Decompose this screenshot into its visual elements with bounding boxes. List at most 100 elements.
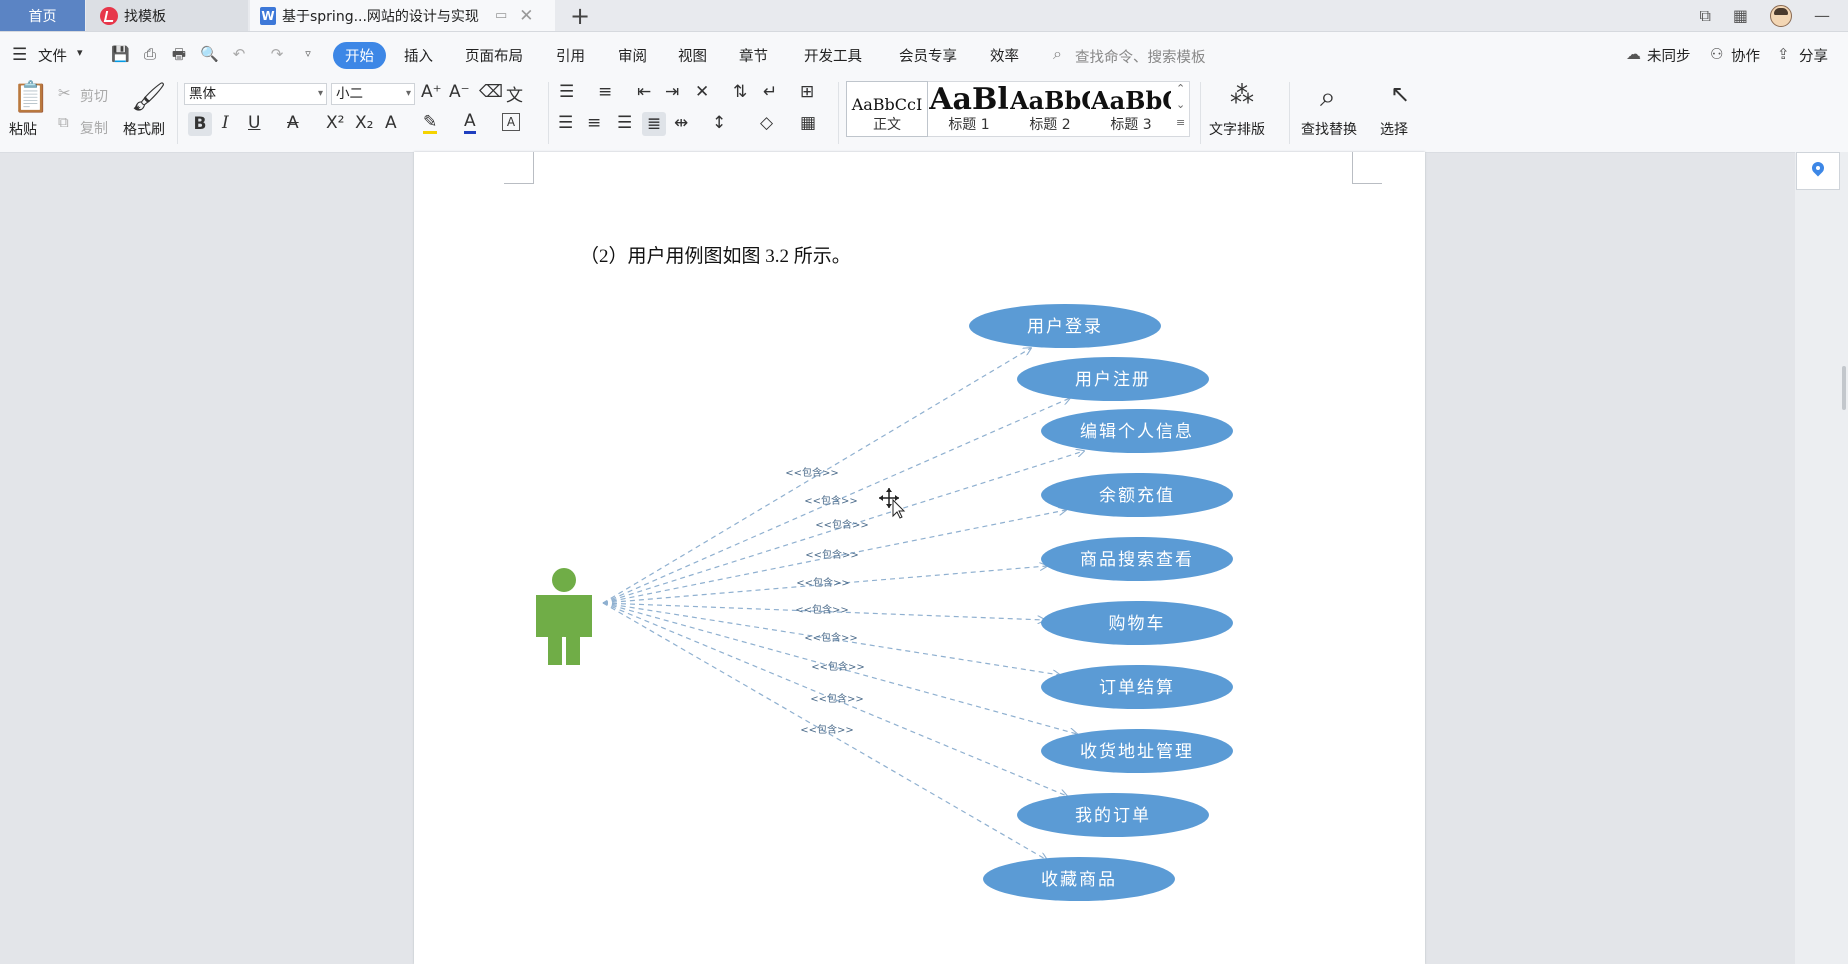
font-name-select[interactable]: 黑体 bbox=[184, 83, 327, 105]
menu-page-layout[interactable]: 页面布局 bbox=[465, 45, 523, 66]
new-tab-button[interactable]: + bbox=[565, 0, 595, 31]
use-case-label: 收货地址管理 bbox=[1080, 742, 1194, 762]
show-marks-icon[interactable]: ↵ bbox=[763, 82, 777, 102]
avatar[interactable] bbox=[1770, 4, 1792, 27]
format-painter-icon[interactable]: 🖌 bbox=[131, 80, 167, 113]
tab-home[interactable]: 首页 bbox=[0, 0, 85, 31]
shading-icon[interactable]: ◇ bbox=[760, 113, 773, 133]
font-size-select[interactable]: 小二 bbox=[331, 83, 415, 105]
table-tabs-icon[interactable]: ⊞ bbox=[800, 82, 814, 102]
chevron-down-icon[interactable]: ▾ bbox=[77, 46, 83, 59]
highlight-icon[interactable]: ✎ bbox=[423, 113, 438, 134]
select-cursor-icon[interactable]: ↖ bbox=[1390, 80, 1410, 108]
document-page[interactable] bbox=[414, 152, 1425, 964]
menu-view[interactable]: 视图 bbox=[678, 45, 707, 66]
menu-developer[interactable]: 开发工具 bbox=[804, 45, 862, 66]
decrease-indent-icon[interactable]: ⇤ bbox=[637, 82, 651, 102]
bullets-icon[interactable]: ☰ bbox=[559, 82, 574, 102]
menu-file[interactable]: 文件 bbox=[38, 45, 67, 66]
share-button[interactable]: 分享 bbox=[1799, 45, 1828, 66]
paste-icon[interactable]: 📋 bbox=[12, 80, 49, 115]
copy-button[interactable]: 复制 bbox=[80, 118, 108, 138]
sort-icon[interactable]: ⇅ bbox=[733, 82, 747, 102]
menu-member[interactable]: 会员专享 bbox=[899, 45, 957, 66]
vertical-scrollbar[interactable] bbox=[1842, 366, 1846, 410]
gallery-scroll-down-icon[interactable]: ⌄ bbox=[1176, 98, 1185, 111]
use-case-ellipse[interactable]: 余额充值 bbox=[1041, 473, 1233, 517]
print-preview-icon[interactable]: 🔍 bbox=[200, 45, 219, 63]
redo-icon[interactable]: ↷ bbox=[268, 45, 286, 63]
customize-toolbar-icon[interactable]: ▿ bbox=[299, 45, 317, 63]
menu-chapter[interactable]: 章节 bbox=[739, 45, 768, 66]
menu-insert[interactable]: 插入 bbox=[404, 45, 433, 66]
distribute-icon[interactable]: ⇹ bbox=[674, 113, 688, 133]
style-heading-1[interactable]: AaBl 标题 1 bbox=[929, 82, 1009, 136]
style-heading-2[interactable]: AaBbC 标题 2 bbox=[1010, 82, 1090, 136]
select-button[interactable]: 选择 bbox=[1380, 119, 1408, 139]
italic-icon[interactable]: I bbox=[222, 113, 229, 133]
menu-review[interactable]: 审阅 bbox=[618, 45, 647, 66]
find-replace-icon[interactable]: ⌕ bbox=[1320, 80, 1336, 114]
numbering-icon[interactable]: ≡ bbox=[598, 82, 612, 102]
strikethrough-icon[interactable]: A bbox=[287, 113, 299, 133]
use-case-ellipse[interactable]: 收藏商品 bbox=[983, 857, 1175, 901]
reading-mode-icon[interactable]: ⧉ bbox=[1699, 6, 1710, 26]
grow-font-icon[interactable]: A⁺ bbox=[421, 82, 442, 102]
gallery-expand-icon[interactable]: ≡ bbox=[1176, 116, 1185, 129]
superscript-icon[interactable]: X² bbox=[326, 113, 344, 133]
text-effect-icon[interactable]: A bbox=[385, 113, 397, 133]
text-layout-icon[interactable]: ⁂ bbox=[1230, 81, 1254, 109]
save-icon[interactable]: 💾 bbox=[111, 45, 130, 63]
phonetic-guide-icon[interactable]: 文 bbox=[506, 81, 523, 106]
text-layout-button[interactable]: 文字排版 bbox=[1209, 119, 1265, 139]
command-search-input[interactable]: 查找命令、搜索模板 bbox=[1075, 46, 1206, 67]
hamburger-icon[interactable]: ☰ bbox=[12, 45, 27, 65]
menu-start[interactable]: 开始 bbox=[333, 42, 386, 69]
use-case-ellipse[interactable]: 收货地址管理 bbox=[1041, 729, 1233, 773]
align-center-icon[interactable]: ≡ bbox=[587, 113, 601, 133]
justify-icon[interactable]: ≣ bbox=[642, 112, 666, 136]
tab-window-icon[interactable]: ▭ bbox=[495, 8, 507, 23]
line-spacing-icon[interactable]: ↕ bbox=[712, 113, 726, 133]
minimize-icon[interactable]: — bbox=[1814, 6, 1830, 25]
format-painter-label[interactable]: 格式刷 bbox=[123, 119, 165, 139]
gallery-scroll-icon[interactable]: ⌃ bbox=[1176, 82, 1185, 95]
cut-button[interactable]: 剪切 bbox=[80, 86, 108, 106]
location-pin-icon[interactable] bbox=[1796, 152, 1840, 190]
grid-apps-icon[interactable]: ▦ bbox=[1733, 6, 1748, 25]
bold-icon[interactable]: B bbox=[188, 112, 212, 136]
use-case-ellipse[interactable]: 购物车 bbox=[1041, 601, 1233, 645]
tab-templates[interactable]: 找模板 bbox=[86, 0, 248, 31]
collab-button[interactable]: 协作 bbox=[1731, 45, 1760, 66]
use-case-ellipse[interactable]: 编辑个人信息 bbox=[1041, 409, 1233, 453]
borders-icon[interactable]: ▦ bbox=[800, 113, 816, 133]
char-border-icon[interactable]: A bbox=[502, 113, 520, 131]
font-color-icon[interactable]: A bbox=[464, 112, 476, 134]
use-case-ellipse[interactable]: 订单结算 bbox=[1041, 665, 1233, 709]
align-right-icon[interactable]: ☰ bbox=[617, 113, 632, 133]
menu-efficiency[interactable]: 效率 bbox=[990, 45, 1019, 66]
paste-label[interactable]: 粘贴 bbox=[9, 119, 37, 139]
print-icon[interactable]: 🖶 bbox=[170, 45, 188, 63]
use-case-ellipse[interactable]: 商品搜索查看 bbox=[1041, 537, 1233, 581]
shrink-font-icon[interactable]: A⁻ bbox=[449, 82, 470, 102]
style-normal[interactable]: AaBbCcI 正文 bbox=[846, 81, 928, 137]
use-case-ellipse[interactable]: 我的订单 bbox=[1017, 793, 1209, 837]
find-replace-button[interactable]: 查找替换 bbox=[1301, 119, 1357, 139]
align-left-icon[interactable]: ☰ bbox=[558, 113, 573, 133]
subscript-icon[interactable]: X₂ bbox=[355, 113, 373, 133]
tab-document[interactable]: W 基于spring...网站的设计与实现 ▭ ✕ bbox=[250, 0, 555, 31]
style-heading-3[interactable]: AaBbC 标题 3 bbox=[1091, 82, 1171, 136]
menu-references[interactable]: 引用 bbox=[556, 45, 585, 66]
right-side-panel bbox=[1795, 152, 1848, 964]
undo-icon[interactable]: ↶ bbox=[230, 45, 248, 63]
chinese-layout-icon[interactable]: ✕ bbox=[695, 82, 709, 102]
use-case-ellipse[interactable]: 用户注册 bbox=[1017, 357, 1209, 401]
export-pdf-icon[interactable]: ⎙ bbox=[141, 45, 159, 63]
sync-status[interactable]: 未同步 bbox=[1647, 45, 1691, 66]
use-case-ellipse[interactable]: 用户登录 bbox=[969, 304, 1161, 348]
underline-icon[interactable]: U bbox=[248, 113, 260, 133]
tab-close-icon[interactable]: ✕ bbox=[519, 6, 533, 26]
increase-indent-icon[interactable]: ⇥ bbox=[665, 82, 679, 102]
clear-format-icon[interactable]: ⌫ bbox=[479, 82, 503, 102]
